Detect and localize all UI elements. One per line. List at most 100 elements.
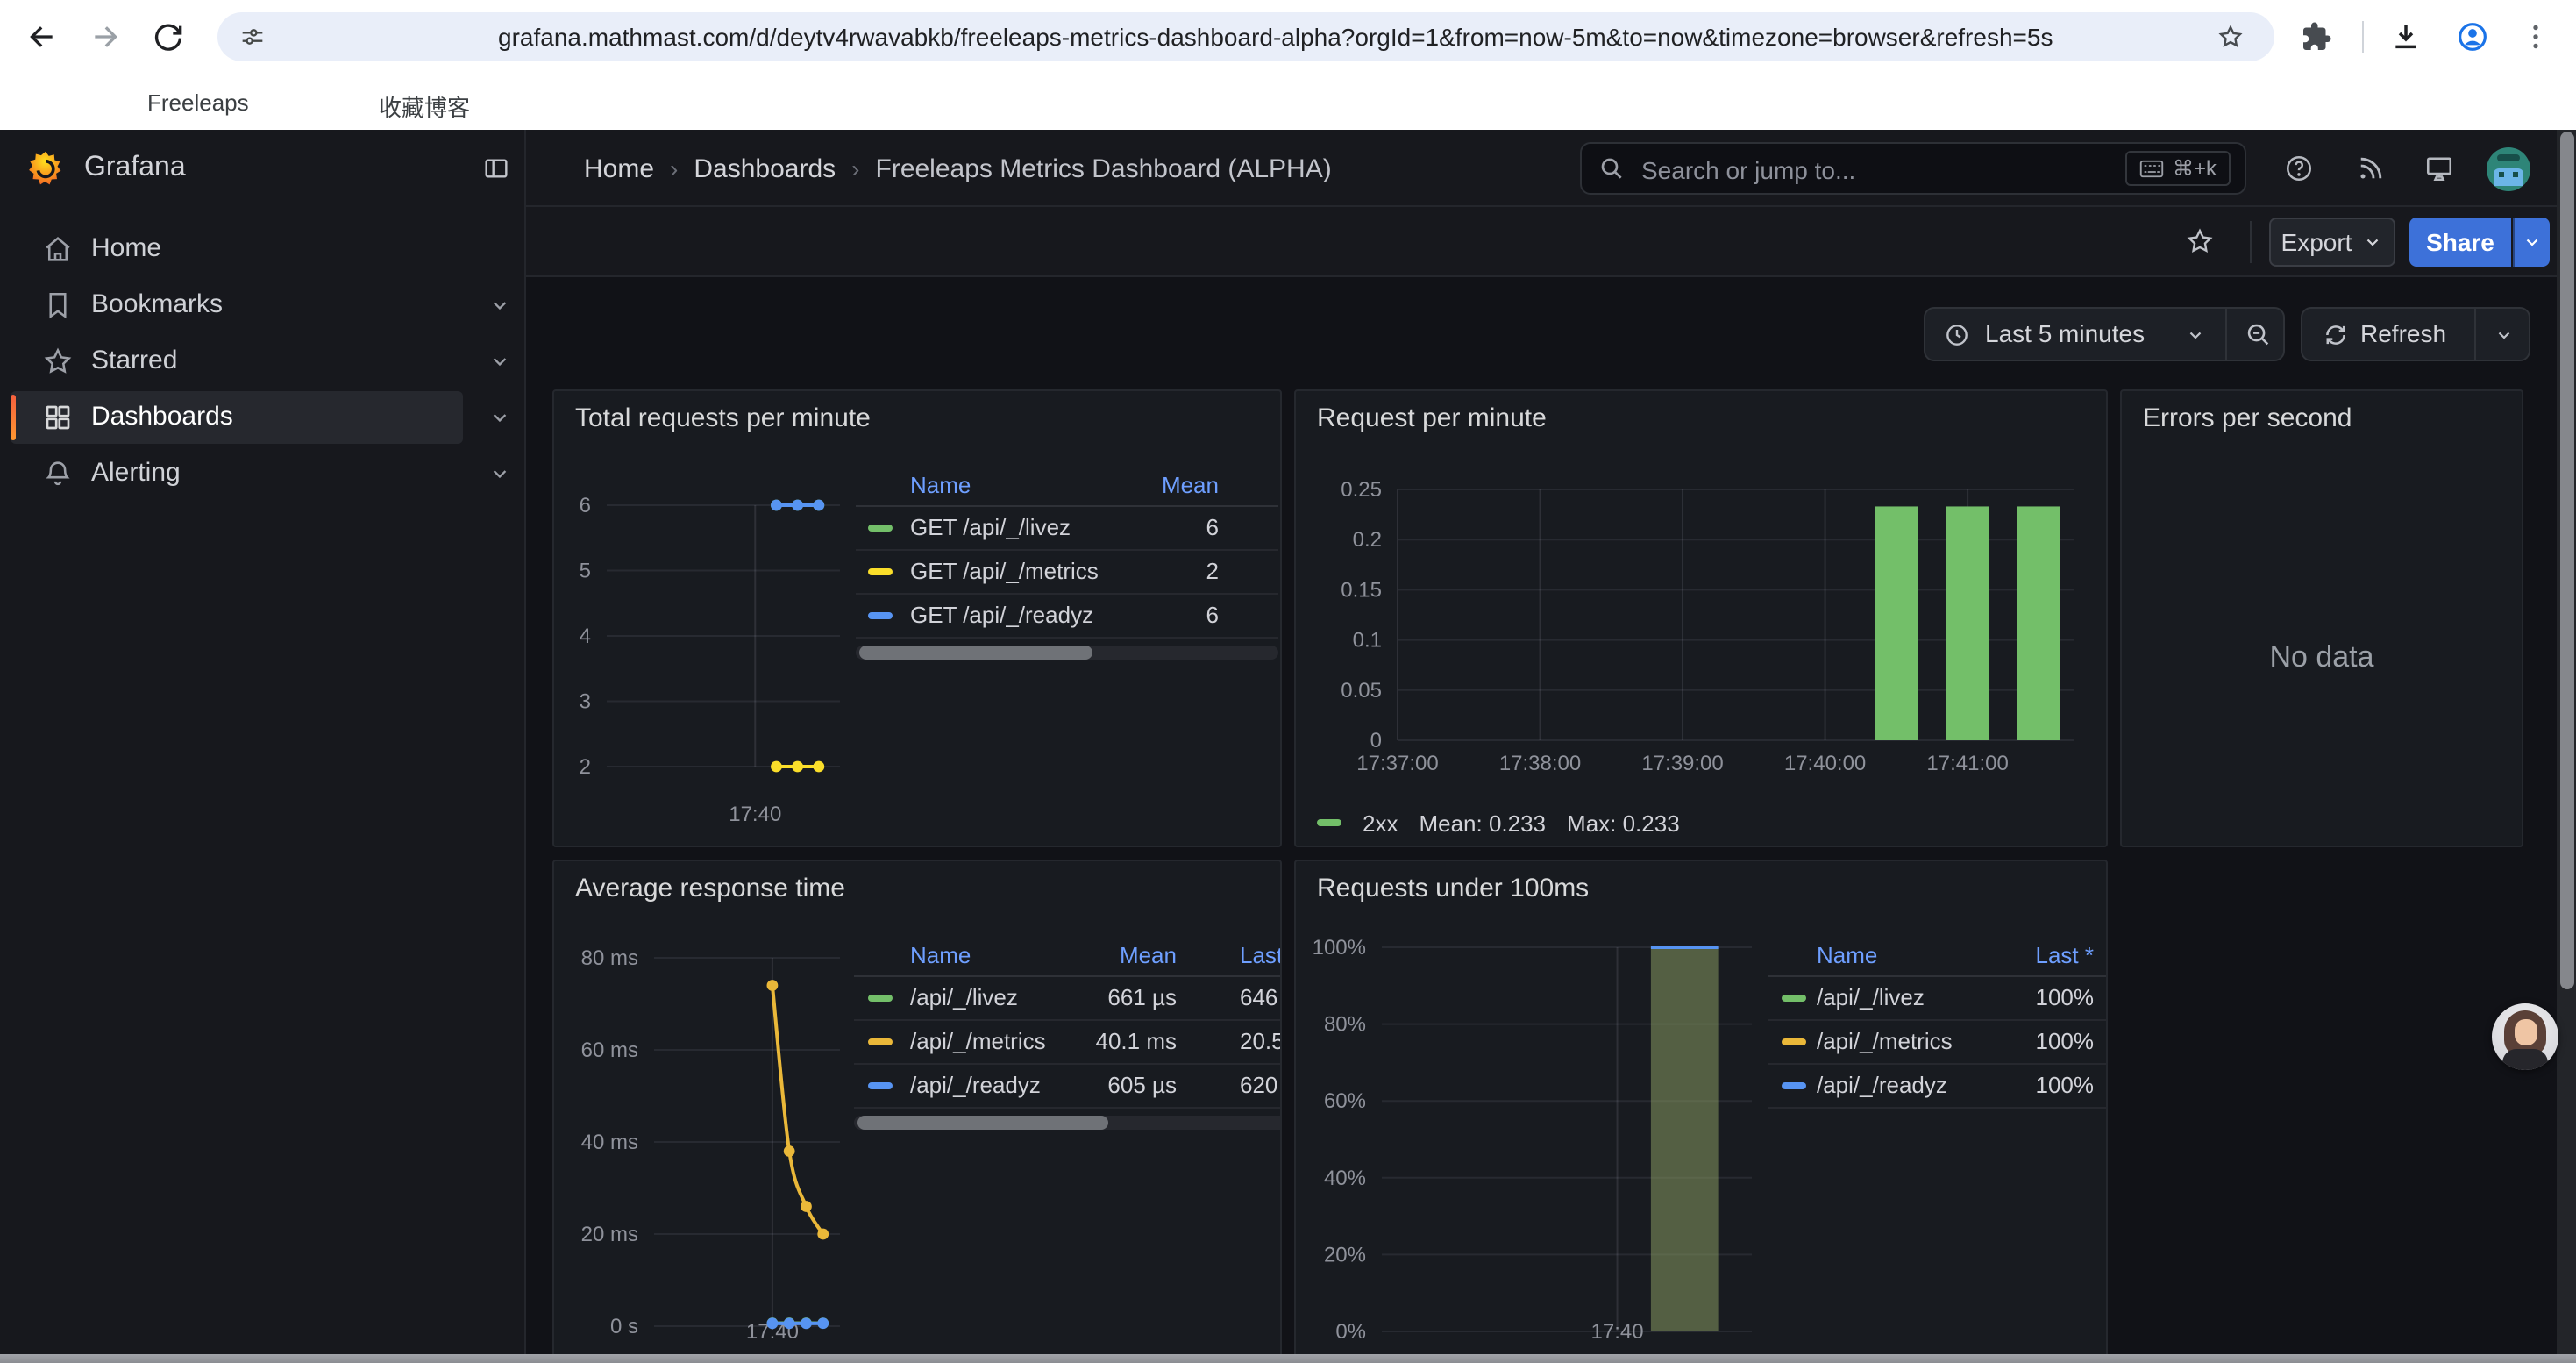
legend-row[interactable]: /api/_/metrics100%	[1768, 1021, 2106, 1065]
dashboard-canvas: Last 5 minutes Refresh Total requests pe…	[526, 277, 2576, 1363]
svg-text:0.15: 0.15	[1341, 578, 1382, 602]
legend-row[interactable]: /api/_/readyz605 µs620 µs	[854, 1065, 1282, 1109]
search-shortcut-badge: ⌘+k	[2125, 151, 2231, 186]
legend-inline[interactable]: 2xx Mean: 0.233 Max: 0.233	[1317, 805, 1680, 840]
browser-reload-icon[interactable]	[151, 19, 186, 54]
legend-header: NameMeanLast *	[854, 935, 1282, 977]
chevron-down-icon[interactable]	[487, 461, 512, 486]
svg-text:0 s: 0 s	[610, 1315, 638, 1338]
browser-forward-icon[interactable]	[88, 19, 123, 54]
legend-row[interactable]: /api/_/livez661 µs646 µs	[854, 977, 1282, 1021]
legend-row[interactable]: GET /api/_/readyz6	[856, 595, 1278, 639]
floating-assistant-avatar[interactable]	[2492, 1003, 2558, 1070]
monitor-icon[interactable]	[2423, 153, 2455, 184]
chevron-down-icon[interactable]	[487, 349, 512, 374]
sidebar-item-home[interactable]: Home	[0, 221, 526, 277]
sidebar-item-starred[interactable]: Starred	[0, 333, 526, 389]
address-bar[interactable]	[217, 12, 2274, 61]
url-input[interactable]	[498, 12, 2392, 61]
sidebar-toggle-icon[interactable]	[482, 154, 510, 182]
sidebar-item-alerting[interactable]: Alerting	[0, 446, 526, 502]
toolbar-divider	[2250, 221, 2252, 263]
svg-text:0.25: 0.25	[1341, 478, 1382, 502]
svg-text:0%: 0%	[1335, 1320, 1366, 1344]
sidebar-item-dashboards[interactable]: Dashboards	[0, 389, 526, 446]
bookmark-folder-freeleaps[interactable]: Freeleaps	[147, 89, 249, 116]
svg-text:6: 6	[580, 494, 591, 517]
sidebar-item-label: Home	[91, 221, 161, 277]
sidebar-item-label: Dashboards	[91, 389, 233, 446]
legend-row[interactable]: /api/_/livez100%	[1768, 977, 2106, 1021]
chevron-down-icon	[2362, 232, 2383, 253]
panel-title[interactable]: Errors per second	[2143, 403, 2352, 433]
series-color-pill	[868, 525, 893, 532]
group-divider	[2225, 309, 2227, 360]
svg-text:5: 5	[580, 560, 591, 583]
toolbar-divider	[2362, 21, 2364, 53]
share-menu-button[interactable]	[2513, 218, 2550, 267]
sidebar-item-label: Bookmarks	[91, 277, 223, 333]
site-settings-icon[interactable]	[238, 23, 267, 51]
chevron-down-icon[interactable]	[2185, 325, 2206, 346]
zoom-out-icon[interactable]	[2243, 319, 2273, 349]
news-rss-icon[interactable]	[2355, 153, 2387, 184]
time-range-label[interactable]: Last 5 minutes	[1985, 309, 2145, 360]
svg-text:80 ms: 80 ms	[581, 946, 638, 970]
svg-text:17:40: 17:40	[1591, 1320, 1644, 1344]
chevron-down-icon[interactable]	[2494, 325, 2515, 346]
search-input[interactable]	[1638, 147, 1978, 193]
panel-average-response-time: Average response time 80 ms60 ms40 ms20 …	[552, 860, 1282, 1363]
browser-back-icon[interactable]	[25, 19, 60, 54]
horizontal-scrollbar[interactable]	[0, 1354, 2576, 1363]
refresh-label[interactable]: Refresh	[2360, 309, 2446, 360]
series-color-pill	[868, 612, 893, 619]
series-mean: Mean: 0.233	[1419, 810, 1546, 836]
breadcrumb-home[interactable]: Home	[584, 153, 654, 183]
download-icon[interactable]	[2388, 19, 2423, 54]
legend-scrollbar[interactable]	[856, 646, 1278, 660]
profile-icon[interactable]	[2455, 19, 2490, 54]
refresh-icon[interactable]	[2322, 321, 2350, 349]
legend-row[interactable]: /api/_/readyz100%	[1768, 1065, 2106, 1109]
sidebar-item-label: Alerting	[91, 446, 181, 502]
help-icon[interactable]	[2283, 153, 2315, 184]
legend-scrollbar[interactable]	[854, 1116, 1282, 1130]
svg-text:17:40:00: 17:40:00	[1784, 752, 1866, 775]
search-box[interactable]: ⌘+k	[1580, 142, 2246, 195]
svg-text:20%: 20%	[1324, 1243, 1366, 1267]
sidebar: Grafana Home Bookmarks Starred Dashboard…	[0, 130, 526, 1354]
browser-menu-icon[interactable]	[2520, 21, 2551, 53]
legend-row[interactable]: GET /api/_/livez6	[856, 507, 1278, 551]
panel-request-per-minute: Request per minute 0.250.20.150.10.05017…	[1294, 389, 2108, 847]
export-button[interactable]: Export	[2269, 218, 2395, 267]
legend-table: NameMeanGET /api/_/livez6GET /api/_/metr…	[856, 465, 1278, 660]
vertical-scrollbar-track[interactable]	[2557, 130, 2576, 1354]
breadcrumb-dashboards[interactable]: Dashboards	[694, 153, 836, 183]
brand-name[interactable]: Grafana	[84, 130, 186, 207]
panel-requests-under-100ms: Requests under 100ms 100%80%60%40%20%0%1…	[1294, 860, 2108, 1363]
bookmark-star-icon[interactable]	[2217, 23, 2245, 51]
favorite-star-icon[interactable]	[2185, 226, 2215, 256]
breadcrumb-separator: ›	[836, 154, 875, 182]
legend-row[interactable]: GET /api/_/metrics2	[856, 551, 1278, 595]
sidebar-item-label: Starred	[91, 333, 177, 389]
user-avatar[interactable]	[2487, 147, 2530, 191]
share-button[interactable]: Share	[2409, 218, 2511, 267]
svg-text:0.2: 0.2	[1353, 528, 1382, 552]
grafana-logo[interactable]	[26, 149, 65, 188]
chevron-down-icon	[2522, 232, 2543, 253]
chevron-down-icon[interactable]	[487, 293, 512, 318]
extensions-icon[interactable]	[2301, 21, 2332, 53]
bar-chart[interactable]: 0.250.20.150.10.05017:37:0017:38:0017:39…	[1296, 391, 2106, 846]
series-color-pill	[868, 1038, 893, 1045]
bookmark-folder-blogs[interactable]: 收藏博客	[379, 89, 470, 123]
svg-text:2: 2	[580, 755, 591, 779]
legend-row[interactable]: /api/_/metrics40.1 ms20.5 ms	[854, 1021, 1282, 1065]
chevron-down-icon[interactable]	[487, 405, 512, 430]
svg-text:60%: 60%	[1324, 1089, 1366, 1113]
clock-icon	[1943, 321, 1971, 349]
vertical-scrollbar-thumb[interactable]	[2559, 132, 2573, 989]
browser-toolbar	[0, 0, 2576, 74]
sidebar-item-bookmarks[interactable]: Bookmarks	[0, 277, 526, 333]
series-color-pill	[1317, 819, 1341, 826]
